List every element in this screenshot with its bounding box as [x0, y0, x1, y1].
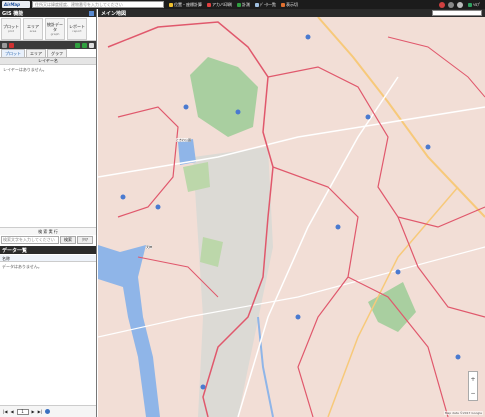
map-header-input[interactable] [432, 10, 482, 16]
toolbar-item-data-list[interactable]: ﾃﾞｰﾀ一覧 [255, 2, 276, 8]
globe-icon[interactable] [439, 1, 445, 8]
map-canvas[interactable] [98, 17, 485, 417]
map-header: メイン地図 [98, 9, 485, 17]
search-section-header: 検 索 実 行 [0, 227, 96, 235]
map-poi-marker [365, 114, 371, 120]
data-column-name[interactable]: 名称 [0, 255, 96, 262]
zoom-control: + − [468, 371, 478, 401]
clear-button[interactable]: ｸﾘｱ [77, 236, 93, 244]
layers-icon [281, 2, 285, 7]
layer-tabs: プロット エリア グラフ [0, 49, 96, 58]
settings-icon[interactable] [457, 1, 463, 8]
area-function-button[interactable]: エリア area [23, 18, 43, 40]
app-logo: AirMap [2, 1, 30, 8]
toolbar-item-print[interactable]: アカバ印刷 [207, 2, 232, 8]
zoom-in-button[interactable]: + [470, 376, 475, 383]
map-poi-marker [335, 224, 341, 230]
search-button[interactable]: 検索 [60, 236, 76, 244]
user-icon[interactable] [448, 1, 454, 8]
toolbar-item-position[interactable]: 位置・座標計算 [169, 2, 202, 8]
map-poi-marker [455, 354, 461, 360]
next-page-icon[interactable]: ▶ [32, 409, 35, 414]
delete-icon[interactable] [9, 42, 14, 48]
ruler-icon [237, 2, 241, 7]
pager: |◀ ◀ 1 ▶ ▶| [0, 405, 96, 417]
data-search-row: 検索文字を入力してください 検索 ｸﾘｱ [1, 236, 96, 244]
data-empty-message: データはありません。 [2, 264, 42, 269]
table-icon [255, 2, 259, 7]
gis-function-panel: GIS 機能 プロット plot エリア area 統計データ graph レポ… [0, 9, 97, 417]
tab-area[interactable]: エリア [26, 49, 46, 57]
zoom-out-button[interactable]: − [470, 390, 475, 397]
map-poi-marker [305, 34, 311, 40]
toolbar-item-measure[interactable]: 計測 [237, 2, 250, 8]
toolbar-item-display[interactable]: 表示切 [281, 2, 298, 8]
page-number-input[interactable]: 1 [16, 408, 29, 415]
layer-empty-message: レイヤーはありません。 [3, 67, 47, 72]
last-page-icon[interactable]: ▶| [38, 409, 42, 414]
tab-graph[interactable]: グラフ [47, 49, 67, 57]
info-icon[interactable] [2, 42, 7, 48]
map-poi-marker [295, 314, 301, 320]
prev-page-icon[interactable]: ◀ [10, 409, 13, 414]
add-layer-icon[interactable] [82, 42, 87, 48]
layer-name-header: レイヤー名 [0, 58, 96, 65]
map-poi-marker [235, 109, 241, 115]
map-land [98, 17, 485, 417]
data-list-title: データ一覧 [0, 246, 96, 254]
export-icon[interactable] [89, 42, 94, 48]
top-toolbar: AirMap 住所又は緯度経度、建物番号を入力してください 位置・座標計算 アカ… [0, 0, 485, 9]
data-search-input[interactable]: 検索文字を入力してください [1, 236, 59, 244]
reload-icon[interactable] [45, 409, 51, 414]
layer-tool-row [0, 41, 96, 49]
panel-title: GIS 機能 [0, 9, 96, 17]
help-icon [468, 2, 472, 7]
pin-icon [169, 2, 173, 7]
collapse-icon[interactable] [89, 10, 94, 16]
toolbar-right-group: ﾍﾙﾌﾟ [439, 1, 485, 8]
function-buttons: プロット plot エリア area 統計データ graph レポート repo… [0, 17, 96, 41]
map-poi-marker [183, 104, 189, 110]
plot-function-button[interactable]: プロット plot [1, 18, 21, 40]
map-place-label: ときわ公園 [176, 138, 192, 142]
tab-plot[interactable]: プロット [1, 49, 25, 57]
report-function-button[interactable]: レポート report [67, 18, 87, 40]
graph-function-button[interactable]: 統計データ graph [45, 18, 65, 40]
map-poi-marker [155, 204, 161, 210]
map-poi-marker [200, 384, 206, 390]
map-poi-marker [425, 144, 431, 150]
address-search-input[interactable]: 住所又は緯度経度、建物番号を入力してください [32, 1, 164, 8]
first-page-icon[interactable]: |◀ [3, 409, 7, 414]
refresh-icon[interactable] [75, 42, 80, 48]
map-attribution: Map data ©2017 Google [443, 411, 483, 415]
help-button[interactable]: ﾍﾙﾌﾟ [468, 2, 481, 8]
main-map-panel: メイン地図 ときわ公園 天神 + − Map data ©2017 Google [98, 9, 485, 417]
print-icon [207, 2, 211, 7]
map-poi-marker [120, 194, 126, 200]
map-place-label: 天神 [146, 245, 153, 249]
map-poi-marker [395, 269, 401, 275]
